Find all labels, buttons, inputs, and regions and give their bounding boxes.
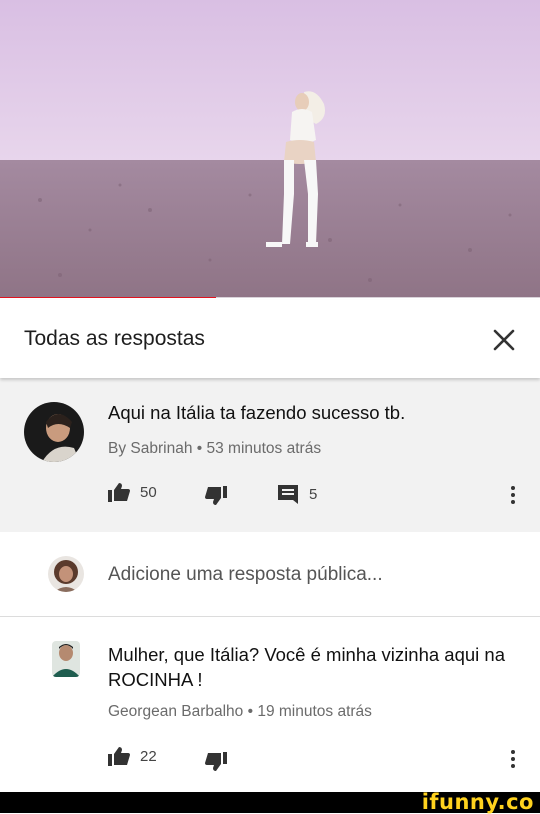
replies-header: Todas as respostas <box>0 300 540 378</box>
reply-count: 5 <box>309 485 318 503</box>
dislike-button[interactable] <box>205 752 227 772</box>
thumbs-up-icon <box>108 483 130 502</box>
comment-meta: Georgean Barbalho • 19 minutos atrás <box>108 703 372 720</box>
video-player[interactable] <box>0 0 540 298</box>
thumbs-down-icon <box>205 486 227 505</box>
replies-button[interactable]: 5 <box>277 484 317 504</box>
more-options-icon[interactable] <box>507 748 519 772</box>
divider <box>0 616 540 617</box>
avatar[interactable] <box>52 641 80 677</box>
watermark-bar: ifunny.co <box>0 790 540 814</box>
like-count: 50 <box>140 483 157 501</box>
video-progress-bar[interactable] <box>0 297 540 298</box>
avatar[interactable] <box>24 402 84 462</box>
comment-icon <box>278 485 298 504</box>
video-progress-fill <box>0 297 216 298</box>
close-icon <box>493 329 515 351</box>
dislike-button[interactable] <box>205 486 227 506</box>
like-button[interactable]: 50 <box>108 482 157 502</box>
reply-input[interactable]: Adicione uma resposta pública... <box>108 564 508 586</box>
like-button[interactable]: 22 <box>108 746 157 766</box>
parent-comment: Aqui na Itália ta fazendo sucesso tb. By… <box>0 378 540 532</box>
comment-text: Mulher, que Itália? Você é minha vizinha… <box>108 644 505 690</box>
page-title: Todas as respostas <box>24 327 205 350</box>
close-button[interactable] <box>488 324 520 356</box>
comment-text: Aqui na Itália ta fazendo sucesso tb. <box>108 402 406 423</box>
thumbs-up-icon <box>108 747 130 766</box>
like-count: 22 <box>140 747 157 765</box>
video-frame <box>0 0 540 298</box>
thumbs-down-icon <box>205 752 227 771</box>
more-options-icon[interactable] <box>507 484 519 508</box>
comment-meta: By Sabrinah • 53 minutos atrás <box>108 440 322 457</box>
watermark-logo: ifunny.co <box>421 790 534 814</box>
avatar <box>48 556 84 592</box>
